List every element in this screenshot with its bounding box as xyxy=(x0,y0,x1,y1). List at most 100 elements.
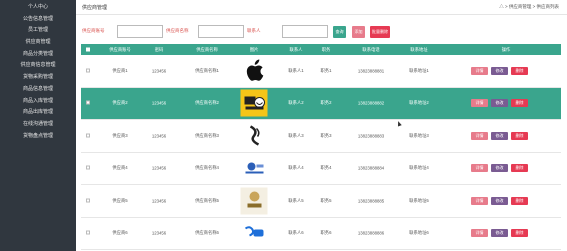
cell-password: 123456 xyxy=(151,165,167,171)
delete-button[interactable]: 删除 xyxy=(511,229,528,238)
delete-button[interactable]: 删除 xyxy=(511,99,528,108)
cell-image xyxy=(240,122,268,150)
cell-contact: 联系人5 xyxy=(288,197,304,203)
cell-contact: 联系人1 xyxy=(288,67,304,73)
yellow-brand-logo-image xyxy=(240,89,268,117)
cell-account: 供应商2 xyxy=(112,100,128,106)
apple-logo-image xyxy=(240,57,268,85)
supplier-name-input[interactable] xyxy=(198,25,244,38)
cell-account: 供应商5 xyxy=(112,197,128,203)
row-checkbox[interactable] xyxy=(86,198,90,203)
sidebar-item-products[interactable]: 商品信息管理 xyxy=(0,84,76,96)
detail-button[interactable]: 详情 xyxy=(471,229,488,238)
header-job: 职务 xyxy=(321,46,331,52)
supplier-name-label: 供应商名称 xyxy=(166,28,189,33)
cell-password: 123456 xyxy=(151,100,167,106)
table-row[interactable]: 供应商4 123456 供应商名称4 联系人4 职务4 13823888884 … xyxy=(81,152,561,185)
header-actions: 操作 xyxy=(501,46,511,52)
blue-brand-icon xyxy=(244,225,263,237)
swoosh-logo-image xyxy=(240,122,268,150)
supplier-table: 供应商账号 密码 供应商名称 图片 联系人 职务 联系电话 联系地址 操作 供应… xyxy=(81,44,561,250)
table-row[interactable]: 供应商3 123456 供应商名称3 联系人3 职务3 13823888883 … xyxy=(81,120,561,153)
row-checkbox[interactable] xyxy=(86,133,90,138)
cell-job: 职务2 xyxy=(320,100,332,106)
header-image: 图片 xyxy=(249,46,259,52)
sidebar-item-profile[interactable]: 个人中心 xyxy=(0,2,76,14)
delete-button[interactable]: 删除 xyxy=(511,196,528,205)
supplier-account-input[interactable] xyxy=(117,25,163,38)
cell-address: 联系地址2 xyxy=(409,100,429,106)
cell-image xyxy=(240,89,268,117)
cell-password: 123456 xyxy=(151,68,167,74)
table-header: 供应商账号 密码 供应商名称 图片 联系人 职务 联系电话 联系地址 操作 xyxy=(81,44,561,55)
select-all-checkbox[interactable] xyxy=(86,47,90,52)
delete-button[interactable]: 删除 xyxy=(511,131,528,140)
sidebar-item-inventory[interactable]: 货物盘点管理 xyxy=(0,131,76,143)
cell-job: 职务1 xyxy=(320,67,332,73)
detail-button[interactable]: 详情 xyxy=(471,66,488,75)
bakery-icon xyxy=(247,191,261,208)
cell-account: 供应商3 xyxy=(112,132,128,138)
cell-phone: 13823888881 xyxy=(357,68,385,74)
cell-password: 123456 xyxy=(151,198,167,204)
cell-job: 职务3 xyxy=(320,132,332,138)
cell-contact: 联系人2 xyxy=(288,100,304,106)
row-checkbox[interactable] xyxy=(86,100,90,106)
contact-label: 联系人 xyxy=(247,28,261,33)
row-checkbox[interactable] xyxy=(86,165,90,171)
add-button[interactable]: 添加 xyxy=(352,26,365,38)
sidebar-item-inbound[interactable]: 商品入库管理 xyxy=(0,96,76,108)
detail-button[interactable]: 详情 xyxy=(471,196,488,205)
sidebar-item-employees[interactable]: 员工管理 xyxy=(0,25,76,37)
sidebar-item-announcements[interactable]: 公告信息管理 xyxy=(0,14,76,26)
cell-job: 职务6 xyxy=(320,230,332,236)
cell-phone: 13823888886 xyxy=(357,230,385,236)
cell-phone: 13823888883 xyxy=(357,133,385,139)
sidebar-item-categories[interactable]: 商品分类管理 xyxy=(0,49,76,61)
contact-input[interactable] xyxy=(282,25,328,38)
detail-button[interactable]: 详情 xyxy=(471,99,488,108)
edit-button[interactable]: 修改 xyxy=(491,66,508,75)
apple-icon xyxy=(246,59,263,82)
delete-button[interactable]: 删除 xyxy=(511,66,528,75)
detail-button[interactable]: 详情 xyxy=(471,164,488,173)
edit-button[interactable]: 修改 xyxy=(491,229,508,238)
header-password: 密码 xyxy=(154,46,164,52)
cell-name: 供应商名称2 xyxy=(195,100,219,106)
row-checkbox[interactable] xyxy=(86,230,90,236)
edit-button[interactable]: 修改 xyxy=(491,196,508,205)
cell-name: 供应商名称5 xyxy=(195,197,219,203)
sidebar-item-purchasing[interactable]: 货物采购管理 xyxy=(0,72,76,84)
sidebar-item-supplier-info[interactable]: 供应商信息管理 xyxy=(0,60,76,72)
delete-button[interactable]: 删除 xyxy=(511,164,528,173)
header-account: 供应商账号 xyxy=(109,46,131,52)
detail-button[interactable]: 详情 xyxy=(471,131,488,140)
edit-button[interactable]: 修改 xyxy=(491,99,508,108)
cell-address: 联系地址4 xyxy=(409,165,429,171)
breadcrumb: △ > 供应商管理 > 供应商列表 xyxy=(499,4,559,9)
cell-image xyxy=(240,154,268,182)
search-bar: 供应商账号 供应商名称 联系人 查询 添加 批量删除 xyxy=(76,25,567,39)
table-row[interactable]: 供应商2 123456 供应商名称2 联系人2 职务2 13823888882 … xyxy=(81,87,561,120)
table-row[interactable]: 供应商5 123456 供应商名称5 联系人5 职务5 13823888885 … xyxy=(81,185,561,218)
header-phone: 联系电话 xyxy=(362,46,380,52)
edit-button[interactable]: 修改 xyxy=(491,164,508,173)
main-content: 供应商管理 △ > 供应商管理 > 供应商列表 供应商账号 供应商名称 联系人 … xyxy=(76,0,567,251)
table-row[interactable]: 供应商1 123456 供应商名称1 联系人1 职务1 13823888881 … xyxy=(81,55,561,88)
cell-phone: 13823888884 xyxy=(357,165,385,171)
sidebar-item-chat[interactable]: 在线沟通管理 xyxy=(0,119,76,131)
search-button[interactable]: 查询 xyxy=(333,26,346,38)
swoosh-icon xyxy=(249,125,260,146)
badge-logo-image xyxy=(240,154,268,182)
badge-icon xyxy=(245,162,263,174)
cell-image xyxy=(240,219,268,247)
row-checkbox[interactable] xyxy=(86,68,90,73)
header-name: 供应商名称 xyxy=(196,46,218,52)
sidebar-item-suppliers[interactable]: 供应商管理 xyxy=(0,37,76,49)
batch-delete-button[interactable]: 批量删除 xyxy=(370,26,390,38)
table-row[interactable]: 供应商6 123456 供应商名称6 联系人6 职务6 13823888886 … xyxy=(81,217,561,250)
sidebar-item-outbound[interactable]: 商品出库管理 xyxy=(0,107,76,119)
cell-name: 供应商名称1 xyxy=(195,67,219,73)
edit-button[interactable]: 修改 xyxy=(491,131,508,140)
cell-address: 联系地址5 xyxy=(409,197,429,203)
